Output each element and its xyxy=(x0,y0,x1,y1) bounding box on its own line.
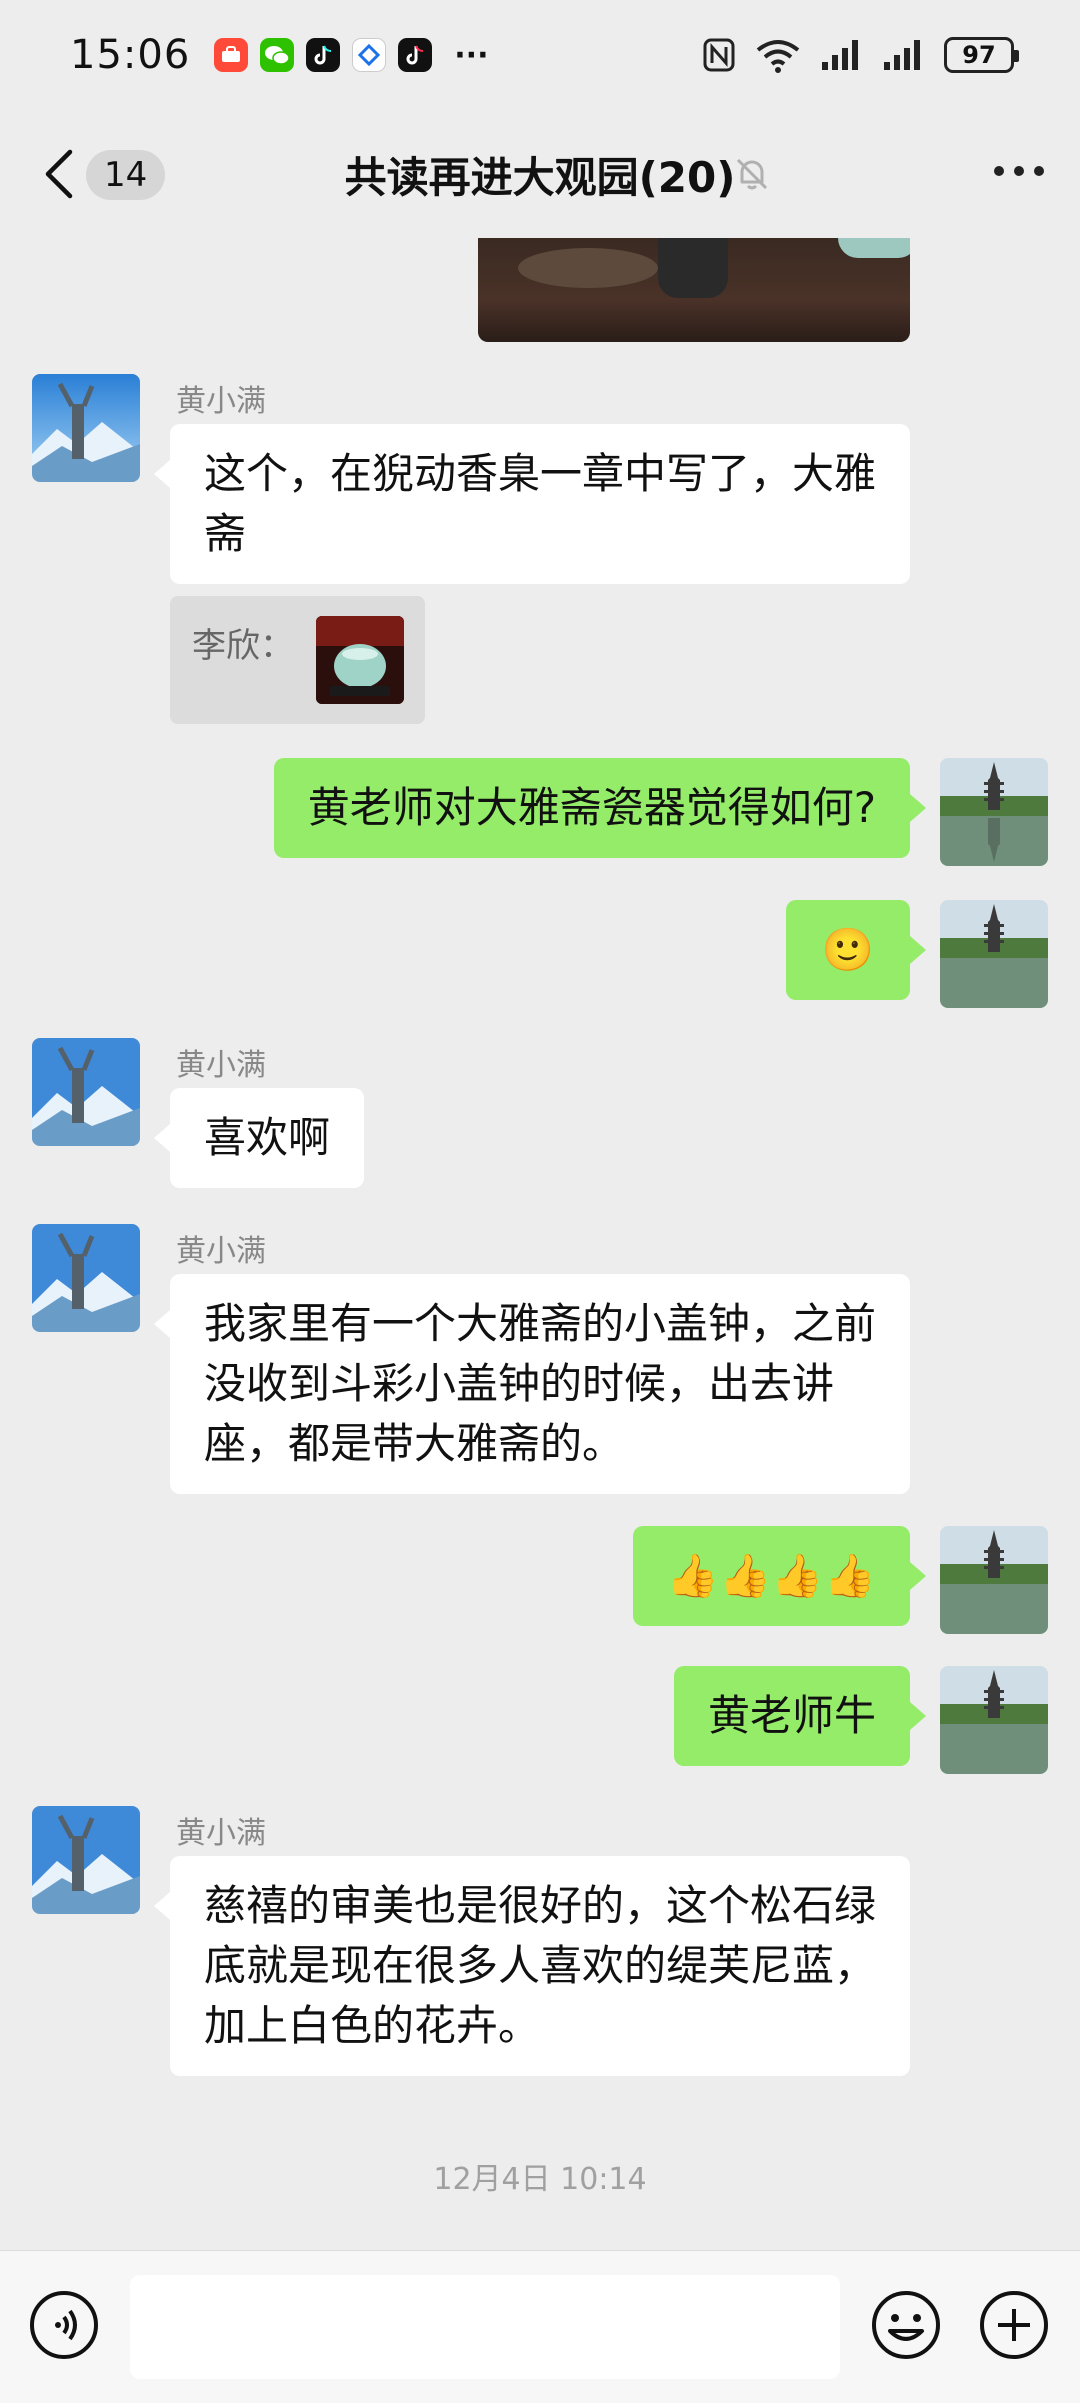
chat-input-bar xyxy=(0,2250,1080,2403)
plus-icon[interactable] xyxy=(978,2289,1050,2361)
sender-name: 黄小满 xyxy=(176,1048,266,1083)
message-text: 喜欢啊 xyxy=(204,1113,331,1162)
douyin-icon xyxy=(306,38,341,72)
status-bar: 15:06 ··· 97 xyxy=(0,0,1080,110)
avatar[interactable] xyxy=(32,1224,140,1332)
more-options-button[interactable] xyxy=(994,166,1044,178)
message-bubble[interactable]: 我家里有一个大雅斋的小盖钟，之前没收到斗彩小盖钟的时候，出去讲座，都是带大雅斋的… xyxy=(154,1274,910,1494)
message-bubble[interactable]: 喜欢啊 xyxy=(153,1088,365,1188)
message-input[interactable] xyxy=(130,2275,840,2379)
message-text: 黄老师对大雅斋瓷器觉得如何? xyxy=(307,783,876,832)
avatar[interactable] xyxy=(32,1038,140,1146)
avatar[interactable] xyxy=(940,1526,1048,1634)
message-text: 🙂 xyxy=(821,925,874,974)
avatar[interactable] xyxy=(32,374,140,482)
message-text: 这个，在猊动香臬一章中写了，大雅斋 xyxy=(204,449,877,558)
sender-name: 黄小满 xyxy=(176,1234,266,1269)
message-text: 慈禧的审美也是很好的，这个松石绿底就是现在很多人喜欢的缇芙尼蓝，加上白色的花卉。 xyxy=(204,1881,877,2050)
message-text: 👍👍👍👍 xyxy=(666,1551,876,1600)
sender-name: 黄小满 xyxy=(176,384,266,419)
message-bubble[interactable]: 慈禧的审美也是很好的，这个松石绿底就是现在很多人喜欢的缇芙尼蓝，加上白色的花卉。 xyxy=(154,1856,910,2076)
emoji-icon[interactable] xyxy=(870,2289,942,2361)
message-bubble[interactable]: 这个，在猊动香臬一章中写了，大雅斋 xyxy=(154,424,910,584)
signal-icon xyxy=(822,40,858,70)
chat-title: 共读再进大观园(20) xyxy=(344,153,736,202)
message-text: 我家里有一个大雅斋的小盖钟，之前没收到斗彩小盖钟的时候，出去讲座，都是带大雅斋的… xyxy=(204,1299,877,1468)
battery-level: 97 xyxy=(962,41,996,69)
message-timestamp: 12月4日 10:14 xyxy=(433,2162,647,2197)
voice-input-icon[interactable] xyxy=(28,2289,100,2361)
battery-indicator: 97 xyxy=(944,37,1019,73)
signal-icon xyxy=(884,40,920,70)
status-app-icons: ··· xyxy=(214,38,488,73)
douyin-icon xyxy=(398,38,433,72)
wechat-icon xyxy=(260,38,295,72)
message-bubble[interactable]: 黄老师牛 xyxy=(673,1666,927,1766)
bank-app-icon xyxy=(352,38,387,72)
quote-author: 李欣： xyxy=(192,626,294,666)
wifi-icon xyxy=(756,40,800,73)
quoted-message[interactable]: 李欣： xyxy=(170,596,425,724)
status-overflow: ··· xyxy=(454,37,489,73)
image-message[interactable] xyxy=(478,238,910,342)
avatar[interactable] xyxy=(32,1806,140,1914)
nfc-icon xyxy=(703,38,735,72)
message-text: 黄老师牛 xyxy=(707,1691,876,1740)
quote-thumbnail[interactable] xyxy=(316,616,404,704)
mute-bell-icon xyxy=(736,158,768,190)
message-list[interactable]: 黄小满 这个，在猊动香臬一章中写了，大雅斋 李欣： 黄老师对大雅斋瓷器觉得如何?… xyxy=(0,238,1080,2250)
taobao-icon xyxy=(214,38,249,72)
avatar[interactable] xyxy=(940,758,1048,866)
avatar[interactable] xyxy=(940,900,1048,1008)
message-bubble[interactable]: 🙂 xyxy=(785,900,927,1000)
chat-header: 14 共读再进大观园(20) xyxy=(0,110,1080,238)
sender-name: 黄小满 xyxy=(176,1816,266,1851)
status-time: 15:06 xyxy=(70,32,191,78)
avatar[interactable] xyxy=(940,1666,1048,1774)
message-bubble[interactable]: 👍👍👍👍 xyxy=(632,1526,927,1626)
message-bubble[interactable]: 黄老师对大雅斋瓷器觉得如何? xyxy=(273,758,927,858)
status-right: 97 xyxy=(702,36,1019,74)
